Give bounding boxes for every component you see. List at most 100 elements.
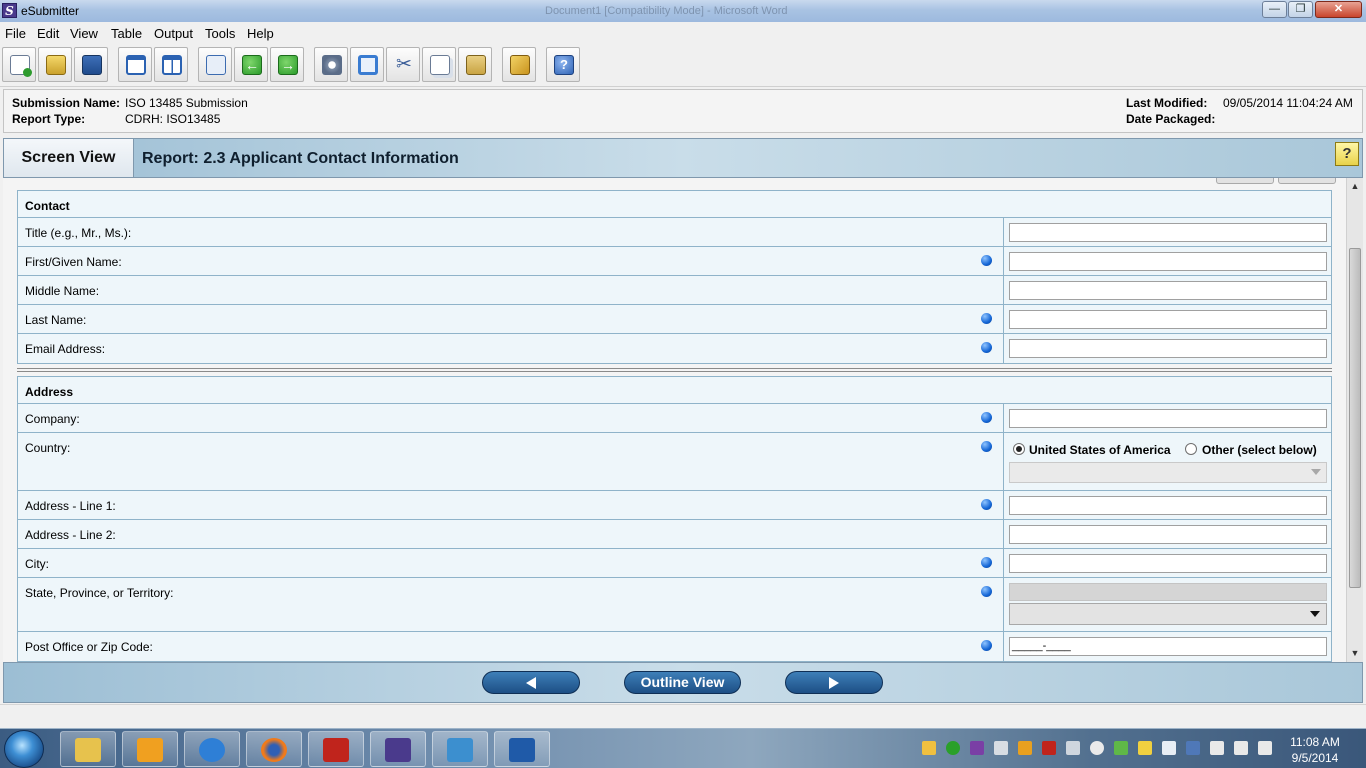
state-select[interactable] <box>1009 603 1327 625</box>
package-button[interactable] <box>502 47 536 82</box>
windows-explorer-icon <box>75 738 101 762</box>
help-button[interactable]: ? <box>546 47 580 82</box>
menu-edit[interactable]: Edit <box>37 26 59 41</box>
tray-security-icon[interactable] <box>1090 741 1104 755</box>
taskbar-network-app[interactable] <box>432 731 488 767</box>
back-arrow-icon: ← <box>242 55 262 75</box>
menu-output[interactable]: Output <box>154 26 193 41</box>
tray-monitor-icon[interactable] <box>994 741 1008 755</box>
hidden-button-edge[interactable] <box>1278 178 1336 184</box>
tray-device-icon[interactable] <box>1162 741 1176 755</box>
taskbar-firefox[interactable] <box>246 731 302 767</box>
tray-volume-icon[interactable] <box>1258 741 1272 755</box>
word-icon <box>509 738 535 762</box>
form-row-address-line1: Address - Line 1: <box>18 491 1331 520</box>
tray-sync-icon[interactable] <box>946 741 960 755</box>
menu-help[interactable]: Help <box>247 26 274 41</box>
tray-bluetooth-icon[interactable] <box>1186 741 1200 755</box>
back-button[interactable]: ← <box>234 47 268 82</box>
minimize-button[interactable]: — <box>1262 1 1287 18</box>
country-other-label[interactable]: Other (select below) <box>1202 443 1317 457</box>
background-window-title: Document1 [Compatibility Mode] - Microso… <box>545 5 788 17</box>
open-button[interactable] <box>38 47 72 82</box>
city-input[interactable] <box>1009 554 1327 573</box>
previous-arrow-icon <box>526 677 536 689</box>
hidden-button-edge[interactable] <box>1216 178 1274 184</box>
country-other-select[interactable] <box>1009 462 1327 483</box>
last-name-label: Last Name: <box>25 313 87 327</box>
middle-name-input[interactable] <box>1009 281 1327 300</box>
taskbar-esubmitter[interactable] <box>370 731 426 767</box>
company-input[interactable] <box>1009 409 1327 428</box>
country-usa-label[interactable]: United States of America <box>1029 443 1171 457</box>
title-input[interactable] <box>1009 223 1327 242</box>
next-page-button[interactable] <box>785 671 883 694</box>
first-name-input[interactable] <box>1009 252 1327 271</box>
country-other-radio[interactable] <box>1185 443 1197 455</box>
forward-button[interactable]: → <box>270 47 304 82</box>
scrollbar-thumb[interactable] <box>1349 248 1361 588</box>
settings-button[interactable] <box>314 47 348 82</box>
scroll-up-icon[interactable]: ▲ <box>1347 178 1363 194</box>
screen-view-tab[interactable]: Screen View <box>4 139 134 177</box>
last-name-input[interactable] <box>1009 310 1327 329</box>
taskbar-outlook[interactable] <box>122 731 178 767</box>
refresh-button[interactable] <box>350 47 384 82</box>
tray-lock-icon[interactable] <box>1138 741 1152 755</box>
tray-mail-icon[interactable] <box>922 741 936 755</box>
tray-onenote-icon[interactable] <box>970 741 984 755</box>
title-label: Title (e.g., Mr., Ms.): <box>25 226 132 240</box>
home-button[interactable] <box>198 47 232 82</box>
taskbar-explorer[interactable] <box>60 731 116 767</box>
address-line1-input[interactable] <box>1009 496 1327 515</box>
taskbar-internet-explorer[interactable] <box>184 731 240 767</box>
taskbar-word[interactable] <box>494 731 550 767</box>
form-row-company: Company: <box>18 404 1331 433</box>
split-window-button[interactable] <box>154 47 188 82</box>
taskbar-clock[interactable]: 11:08 AM 9/5/2014 <box>1280 734 1350 766</box>
context-help-icon[interactable]: ? <box>1335 142 1359 166</box>
menu-tools[interactable]: Tools <box>205 26 235 41</box>
tray-network-icon[interactable] <box>1234 741 1248 755</box>
menu-table[interactable]: Table <box>111 26 142 41</box>
internet-explorer-icon <box>199 738 225 762</box>
cut-button[interactable]: ✂ <box>386 47 420 82</box>
paste-button[interactable] <box>458 47 492 82</box>
copy-button[interactable] <box>422 47 456 82</box>
contact-heading: Contact <box>18 191 1331 218</box>
start-button[interactable] <box>4 730 44 768</box>
maximize-button[interactable]: ❐ <box>1288 1 1313 18</box>
single-window-icon <box>126 55 146 75</box>
menu-file[interactable]: File <box>5 26 26 41</box>
menu-view[interactable]: View <box>70 26 98 41</box>
save-button[interactable] <box>74 47 108 82</box>
last-modified-label: Last Modified: <box>1126 96 1208 110</box>
new-document-button[interactable] <box>2 47 36 82</box>
taskbar-adobe-reader[interactable] <box>308 731 364 767</box>
form-row-address-line2: Address - Line 2: <box>18 520 1331 549</box>
tray-antivirus-icon[interactable] <box>1042 741 1056 755</box>
scroll-down-icon[interactable]: ▼ <box>1347 645 1363 661</box>
tray-display-icon[interactable] <box>1066 741 1080 755</box>
state-filter-field[interactable] <box>1009 583 1327 601</box>
required-indicator-icon <box>981 557 992 568</box>
home-icon <box>206 55 226 75</box>
form-row-city: City: <box>18 549 1331 578</box>
tray-office-icon[interactable] <box>1018 741 1032 755</box>
zip-input[interactable]: _____-____ <box>1009 637 1327 656</box>
tray-update-icon[interactable] <box>1114 741 1128 755</box>
country-usa-radio[interactable] <box>1013 443 1025 455</box>
outline-view-button[interactable]: Outline View <box>624 671 741 694</box>
required-indicator-icon <box>981 342 992 353</box>
screen-header: Screen View Report: 2.3 Applicant Contac… <box>3 138 1363 178</box>
report-title: Report: 2.3 Applicant Contact Informatio… <box>142 150 459 167</box>
tray-usb-icon[interactable] <box>1210 741 1224 755</box>
vertical-scrollbar[interactable]: ▲ ▼ <box>1346 178 1363 662</box>
email-input[interactable] <box>1009 339 1327 358</box>
address-line2-input[interactable] <box>1009 525 1327 544</box>
previous-page-button[interactable] <box>482 671 580 694</box>
address-line2-label: Address - Line 2: <box>25 528 116 542</box>
close-button[interactable]: ✕ <box>1315 1 1362 18</box>
single-window-button[interactable] <box>118 47 152 82</box>
paste-icon <box>466 55 486 75</box>
